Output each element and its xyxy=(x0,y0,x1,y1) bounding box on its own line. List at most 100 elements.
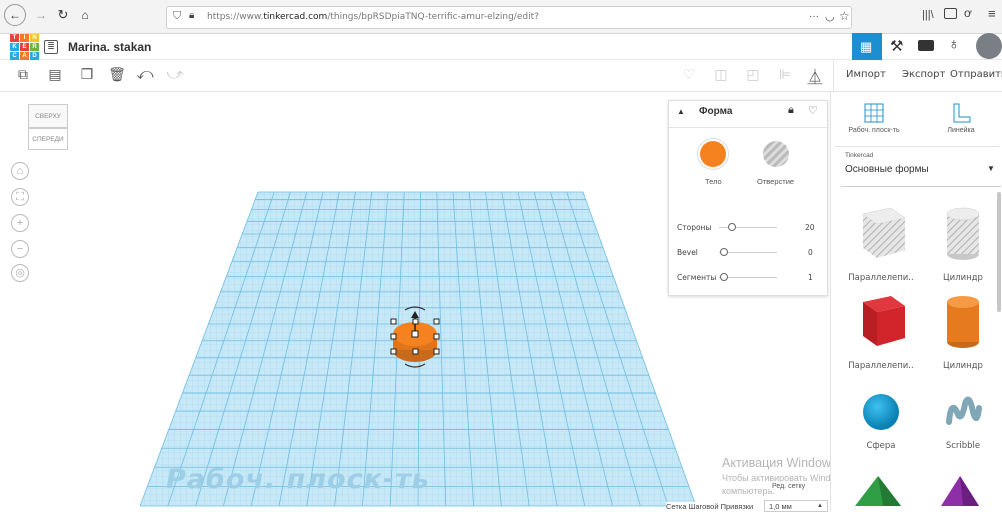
sidebar-scrollbar[interactable] xyxy=(997,192,1001,312)
box-icon xyxy=(863,296,905,346)
slider-sides[interactable] xyxy=(728,223,736,231)
library-source: Tinkercad xyxy=(845,152,874,159)
mirror-icon[interactable]: ⏅ xyxy=(806,66,824,86)
paste-icon[interactable]: ▤ xyxy=(46,66,64,84)
reload-button[interactable]: ↻ xyxy=(52,4,74,26)
param-label-sides: Стороны xyxy=(677,223,712,232)
sphere-icon xyxy=(863,394,899,430)
sidebar-divider xyxy=(835,146,999,147)
shape-cylinder-hole[interactable]: Цилиндр xyxy=(923,204,1002,284)
hole-swatch[interactable] xyxy=(763,141,789,167)
light-bulb-icon[interactable]: ♡ xyxy=(808,104,818,117)
snap-caret-icon: ▲ xyxy=(817,503,823,509)
pocket-icon[interactable]: ◡ xyxy=(825,10,835,23)
shape-box-hole[interactable]: Параллелепи.. xyxy=(841,204,921,284)
shield-icon: ⛉ xyxy=(173,10,182,22)
fit-view-icon[interactable]: ⛶ xyxy=(11,188,29,206)
undo-icon[interactable]: ⤺ xyxy=(136,66,154,84)
shape-label-sphere: Сфера xyxy=(866,441,896,451)
cone-purple-icon[interactable] xyxy=(935,476,985,506)
dropdown-caret-icon: ▼ xyxy=(987,164,995,173)
ruler-icon xyxy=(953,103,971,123)
ruler-tool[interactable]: Линейка xyxy=(929,98,993,144)
zoom-in-icon[interactable]: + xyxy=(11,214,29,232)
align-icon[interactable]: ⊫ xyxy=(776,66,794,84)
delete-icon[interactable]: 🗑︎ xyxy=(108,66,126,84)
param-label-segments: Сегменты xyxy=(677,273,717,282)
zoom-out-icon[interactable]: − xyxy=(11,240,29,258)
library-name: Основные формы xyxy=(845,164,929,175)
shape-box[interactable]: Параллелепи.. xyxy=(841,292,921,372)
group-icon[interactable]: ◫ xyxy=(712,66,730,84)
panel-divider xyxy=(669,127,827,128)
perspective-icon[interactable]: ◎ xyxy=(11,264,29,282)
home-icon[interactable]: ⌂ xyxy=(74,4,96,26)
menu-icon[interactable]: ≡ xyxy=(988,6,996,21)
duplicate-icon[interactable]: ❐ xyxy=(78,66,96,84)
activation-line2: компьютера. xyxy=(722,486,775,496)
shape-label-cylinder: Цилиндр xyxy=(943,361,983,371)
collapse-caret-icon[interactable]: ▲ xyxy=(677,107,685,116)
shape-label-cylinder-hole: Цилиндр xyxy=(943,273,983,283)
solid-swatch[interactable] xyxy=(700,141,726,167)
page-actions-icon[interactable]: ··· xyxy=(809,11,819,22)
shape-cylinder[interactable]: Цилиндр xyxy=(923,292,1002,372)
panel-title: Форма xyxy=(699,106,733,117)
send-button[interactable]: Отправить xyxy=(946,67,1002,85)
ruler-tool-label: Линейка xyxy=(947,127,975,134)
workplane-tool[interactable]: Рабоч. плоск-ть xyxy=(839,98,909,144)
solid-label[interactable]: Тело xyxy=(705,177,722,186)
snap-grid-label: Сетка Шаговой Привязки xyxy=(666,502,754,511)
copy-icon[interactable]: ⧉ xyxy=(14,66,32,84)
shape-label-box: Параллелепи.. xyxy=(848,361,914,371)
design-list-icon[interactable]: ≣ xyxy=(44,40,58,54)
slider-segments[interactable] xyxy=(720,273,728,281)
shape-label-box-hole: Параллелепи.. xyxy=(848,273,914,283)
param-value-bevel[interactable]: 0 xyxy=(808,248,813,257)
shape-label-scribble: Scribble xyxy=(945,441,981,451)
library-select[interactable]: Основные формы ▼ xyxy=(841,160,1001,182)
extension-icon[interactable]: ơ xyxy=(964,6,972,20)
brick-icon[interactable] xyxy=(918,40,934,51)
back-button[interactable]: ← xyxy=(4,4,26,26)
tinkercad-logo[interactable]: T I N K E R C A D xyxy=(10,34,40,60)
bookmark-star-icon[interactable]: ☆ xyxy=(839,9,850,23)
edit-grid-button[interactable]: Ред. сетку xyxy=(770,482,808,491)
import-button[interactable]: Импорт xyxy=(842,67,890,85)
view-cube[interactable]: СВЕРХУ СПЕРЕДИ xyxy=(28,102,68,152)
project-name[interactable]: Marina. stakan xyxy=(68,40,151,54)
box-hole-icon xyxy=(862,207,906,258)
home-view-icon[interactable]: ⌂ xyxy=(11,162,29,180)
view-cube-top[interactable]: СВЕРХУ xyxy=(28,104,68,128)
sidebar-toggle-icon[interactable] xyxy=(944,8,957,19)
avatar[interactable] xyxy=(976,33,1002,59)
slider-bevel[interactable] xyxy=(720,248,728,256)
snap-grid-select[interactable]: 1,0 мм ▲ xyxy=(764,500,828,512)
hammer-icon[interactable]: ⚒ xyxy=(890,37,903,55)
shape-inspector-panel: ▲ Форма 🔒︎ ♡ Тело Отверстие Стороны 20 B… xyxy=(668,100,828,296)
activation-title: Активация Windows xyxy=(722,456,830,470)
shape-sphere[interactable]: Сфера xyxy=(841,372,921,452)
hole-label[interactable]: Отверстие xyxy=(757,177,794,186)
ungroup-icon[interactable]: ◰ xyxy=(744,66,762,84)
library-icon[interactable]: |||\ xyxy=(922,9,934,21)
app-header: T I N K E R C A D ≣ Marina. stakan ▦ ⚒ ♁ xyxy=(0,33,1002,60)
param-value-sides[interactable]: 20 xyxy=(805,223,815,232)
pyramid-green-icon[interactable] xyxy=(853,476,903,506)
add-user-icon[interactable]: ♁ xyxy=(948,36,960,54)
library-underline xyxy=(841,186,1001,187)
param-value-segments[interactable]: 1 xyxy=(808,273,813,282)
url-text: https://www.tinkercad.com/things/bpRSDpi… xyxy=(207,12,539,22)
lock-shape-icon[interactable]: 🔒︎ xyxy=(788,104,794,117)
redo-icon[interactable]: ⤻ xyxy=(166,66,184,84)
view-3d-button[interactable]: ▦ xyxy=(852,33,882,60)
edit-toolbar: ⧉ ▤ ❐ 🗑︎ ⤺ ⤻ ♡ ◫ ◰ ⊫ ⏅ Импорт Экспорт От… xyxy=(0,60,1002,92)
view-cube-front[interactable]: СПЕРЕДИ xyxy=(28,128,68,150)
forward-button[interactable]: → xyxy=(30,4,52,26)
export-button[interactable]: Экспорт xyxy=(898,67,949,85)
shape-scribble[interactable]: Scribble xyxy=(923,372,1002,452)
selected-cylinder[interactable] xyxy=(380,302,450,382)
light-bulb-icon[interactable]: ♡ xyxy=(680,66,698,84)
url-bar[interactable]: ⛉ 🔒︎ https://www.tinkercad.com/things/bp… xyxy=(166,6,852,29)
workplane-watermark: Рабоч. плоск-ть xyxy=(166,464,430,495)
